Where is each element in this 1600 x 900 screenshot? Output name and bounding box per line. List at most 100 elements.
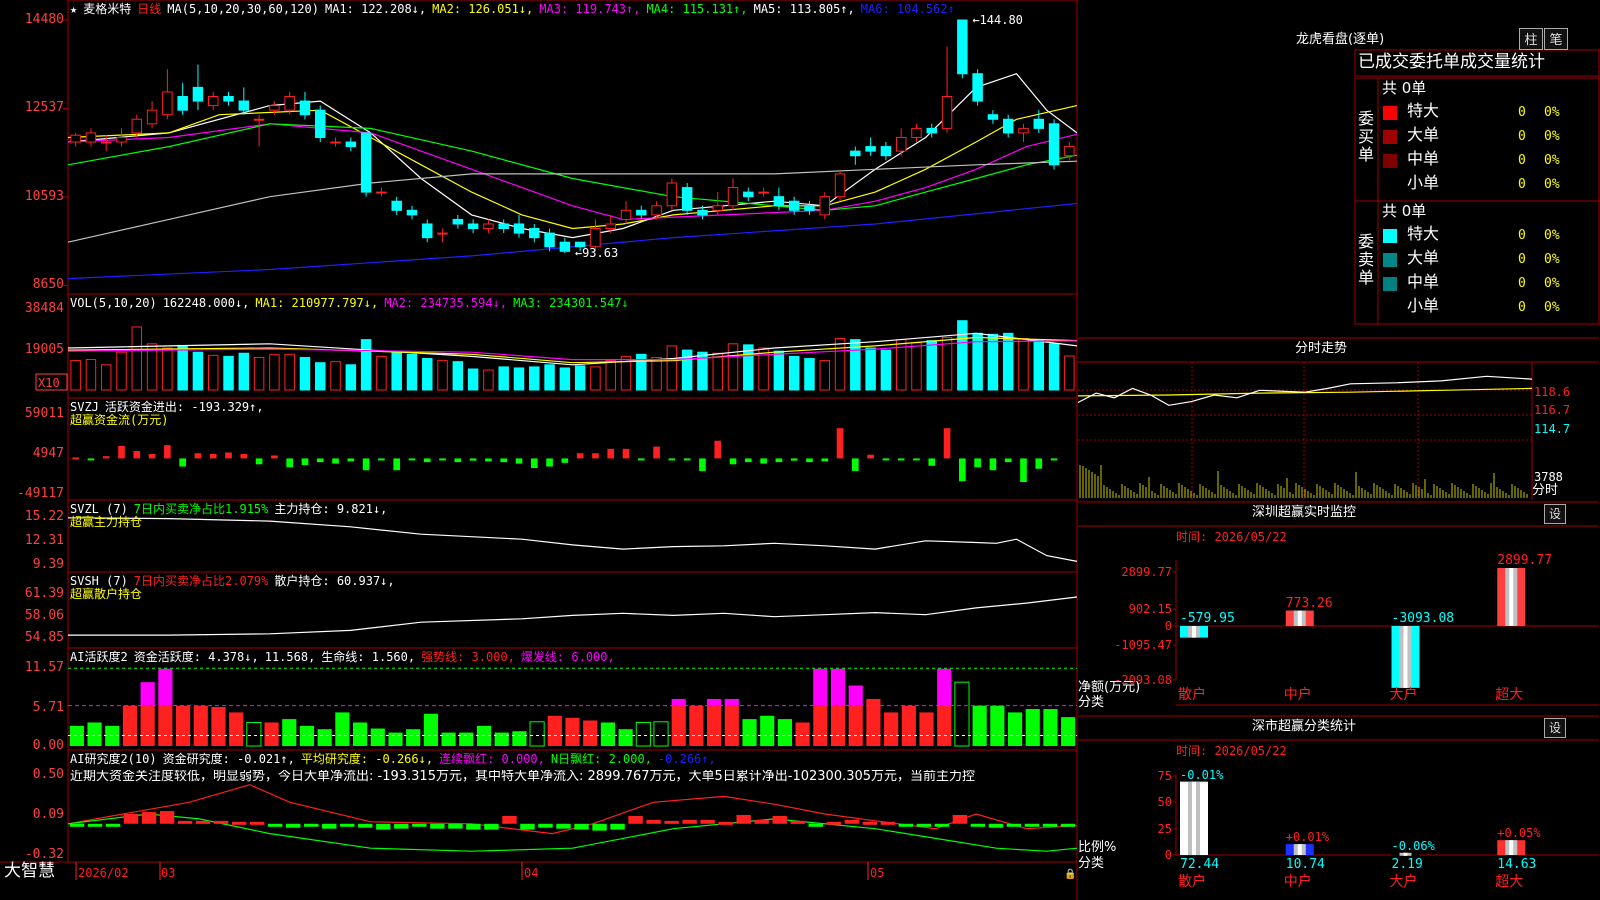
ai2-bar xyxy=(646,819,661,824)
vol-bar xyxy=(253,356,265,391)
vol-bar xyxy=(467,368,479,391)
candle-body xyxy=(85,132,97,143)
svzj-bar xyxy=(699,458,706,471)
sz-class-bar-highlight-3 xyxy=(1509,840,1514,855)
ai2-bar xyxy=(1024,823,1040,827)
ai2-bar xyxy=(952,814,968,824)
candle-body xyxy=(590,228,601,248)
candle-body xyxy=(452,218,464,225)
svzj-bar xyxy=(653,446,660,459)
ai2-bar xyxy=(1006,823,1022,827)
vol-bar xyxy=(177,345,188,391)
sell-row-swatch-2 xyxy=(1383,277,1397,291)
vol-bar xyxy=(116,351,127,391)
vol-bar xyxy=(819,360,830,391)
candle-body xyxy=(636,209,647,216)
svzj-bar xyxy=(393,458,401,471)
vol-bar xyxy=(712,352,723,391)
vol-bar xyxy=(666,345,678,391)
svzj-bar xyxy=(622,448,630,459)
vol-bar xyxy=(376,355,387,391)
sz-monitor-bar-highlight-3 xyxy=(1509,568,1514,626)
candle-body xyxy=(223,96,234,102)
ai1-bar xyxy=(547,715,562,746)
ai1-bar-top xyxy=(848,685,863,706)
svzj-bar xyxy=(316,458,324,463)
svzj-bar xyxy=(928,458,936,466)
svzj-bar xyxy=(1035,458,1043,469)
ai1-bar xyxy=(441,732,456,746)
sz-monitor-bar-highlight-0 xyxy=(1192,626,1196,638)
ai1-bar xyxy=(990,705,1005,746)
ai1-bar xyxy=(406,729,421,746)
ai2-bar xyxy=(177,820,193,824)
panel-frame-3 xyxy=(67,499,1078,573)
vol-bar xyxy=(192,351,204,391)
sz-monitor-settings-button[interactable]: 设 xyxy=(1544,504,1566,524)
vol-bar xyxy=(315,362,326,391)
vol-bar xyxy=(452,361,464,391)
vol-bar xyxy=(559,367,571,391)
ai2-bar xyxy=(1060,823,1076,827)
kline-ma5-line xyxy=(67,160,1078,243)
svzj-bar xyxy=(1050,458,1058,461)
sz-class-bar-highlight-2 xyxy=(1403,852,1408,856)
candle-body xyxy=(116,136,127,143)
ai1-bar xyxy=(884,712,899,746)
svzj-bar xyxy=(943,428,951,459)
ai2-bar xyxy=(574,823,589,830)
vol-bar xyxy=(223,355,234,391)
svzj-bar xyxy=(255,458,263,465)
ai2-bar xyxy=(880,821,896,825)
chart-canvas[interactable] xyxy=(0,0,1600,900)
vol-bar xyxy=(85,359,97,391)
buy-row-swatch-2 xyxy=(1383,154,1397,168)
svzj-bar xyxy=(959,458,966,482)
ai1-bar xyxy=(1043,709,1058,746)
svzj-bar xyxy=(240,454,248,459)
ai2-bar xyxy=(520,823,535,830)
vol-bar xyxy=(1018,338,1029,391)
candle-body xyxy=(544,232,555,248)
candle-body xyxy=(758,191,769,194)
candle-body xyxy=(957,19,968,75)
panel-frame-0 xyxy=(67,0,1078,295)
svzj-bar xyxy=(378,458,385,461)
candle-body xyxy=(666,182,678,207)
svzj-bar xyxy=(148,454,156,459)
vol-bar xyxy=(1064,355,1075,391)
ai2-bar xyxy=(808,823,823,827)
svzj-bar xyxy=(454,458,462,463)
svzj-bar xyxy=(362,458,370,471)
sz-class-settings-button[interactable]: 设 xyxy=(1544,718,1566,738)
candle-body xyxy=(100,141,112,144)
ai1-bar xyxy=(1025,709,1040,746)
vol-bar xyxy=(360,339,372,391)
ai2-bar xyxy=(718,821,733,825)
svzj-bar xyxy=(469,458,477,461)
ai1-bar xyxy=(777,719,793,746)
candle-body xyxy=(1002,118,1014,134)
svzj-bar xyxy=(775,458,783,463)
svzj-bar xyxy=(729,458,737,465)
candle-body xyxy=(192,86,204,102)
candle-body xyxy=(162,91,173,116)
vol-bar xyxy=(406,353,418,391)
ai2-bar xyxy=(844,819,859,824)
ai1-bar xyxy=(618,729,633,746)
ai2-bar xyxy=(682,819,697,824)
ai2-bar xyxy=(123,814,139,824)
ai2-bar xyxy=(340,823,355,827)
candle-body xyxy=(681,187,693,211)
ai2-bar xyxy=(87,823,103,827)
ai1-bar xyxy=(494,732,509,746)
candle-body xyxy=(315,109,326,138)
bar-mode-button[interactable]: 柱 xyxy=(1519,28,1543,50)
ai1-bar xyxy=(583,720,598,746)
candle-body xyxy=(146,109,158,125)
candle-body xyxy=(467,223,479,230)
ai2-bar xyxy=(484,823,499,830)
ai1-bar xyxy=(388,732,403,746)
ai1-bar xyxy=(848,705,863,746)
tick-mode-button[interactable]: 笔 xyxy=(1544,28,1568,50)
